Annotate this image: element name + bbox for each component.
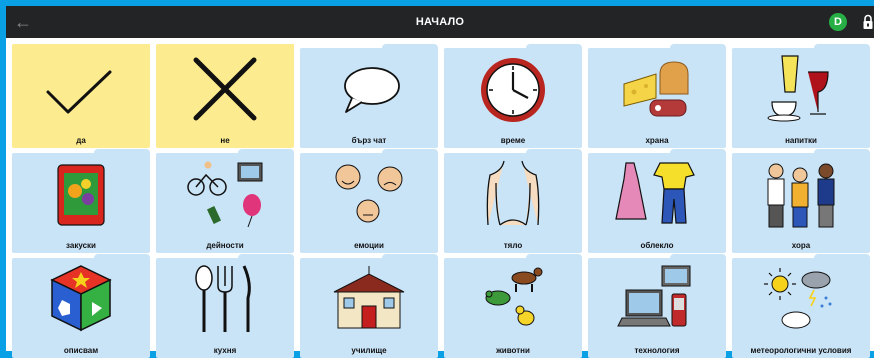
tile-label: да: [76, 136, 86, 145]
tile-school[interactable]: училище: [300, 254, 438, 358]
tile-activities[interactable]: дейности: [156, 149, 294, 253]
tile-weather[interactable]: метеорологични условия: [732, 254, 870, 358]
tile-emotions[interactable]: емоции: [300, 149, 438, 253]
page-title: НАЧАЛО: [415, 16, 465, 28]
tile-clothes[interactable]: облекло: [588, 149, 726, 253]
tile-label: облекло: [640, 241, 674, 250]
tile-label: хора: [791, 241, 811, 250]
shapes-cube-icon: [50, 265, 112, 332]
tile-food[interactable]: храна: [588, 44, 726, 148]
tile-body[interactable]: тяло: [444, 149, 582, 253]
tile-animals[interactable]: животни: [444, 254, 582, 358]
weather-icon: [764, 268, 832, 329]
activities-icon: [187, 161, 263, 228]
tile-label: тяло: [503, 241, 523, 250]
tile-no[interactable]: не: [156, 44, 294, 148]
user-avatar[interactable]: D: [829, 13, 847, 31]
checkmark-icon: [46, 70, 112, 114]
tile-snacks[interactable]: закуски: [12, 149, 150, 253]
tile-label: емоции: [354, 241, 384, 250]
tile-label: закуски: [66, 241, 96, 250]
cross-icon: [193, 57, 257, 121]
tile-label: храна: [645, 136, 669, 145]
drinks-icon: [767, 55, 829, 122]
school-icon: [333, 266, 405, 329]
lock-icon[interactable]: [863, 14, 873, 30]
tile-drinks[interactable]: напитки: [732, 44, 870, 148]
food-icon: [623, 61, 689, 117]
tile-yes[interactable]: да: [12, 44, 150, 148]
people-icon: [767, 163, 835, 228]
computer-icon: [617, 265, 691, 327]
tile-label: не: [220, 136, 230, 145]
symbol-grid: да не бърз чат време храна напитки закус…: [6, 38, 874, 358]
clock-icon: [481, 58, 545, 122]
tile-label: бърз чат: [351, 136, 387, 145]
faces-icon: [335, 164, 403, 223]
tile-label: време: [500, 136, 526, 145]
top-bar: ← НАЧАЛО D: [6, 6, 874, 38]
clothes-icon: [615, 162, 695, 224]
cutlery-icon: [195, 265, 251, 332]
tile-describe[interactable]: описвам: [12, 254, 150, 358]
tile-kitchen[interactable]: кухня: [156, 254, 294, 358]
tile-label: напитки: [785, 136, 817, 145]
tile-people[interactable]: хора: [732, 149, 870, 253]
speech-bubble-icon: [344, 67, 400, 113]
body-icon: [486, 160, 540, 226]
tile-quick-chat[interactable]: бърз чат: [300, 44, 438, 148]
snack-bag-icon: [57, 164, 105, 226]
animals-icon: [485, 267, 543, 326]
tile-time[interactable]: време: [444, 44, 582, 148]
tile-technology[interactable]: технология: [588, 254, 726, 358]
tile-label: дейности: [206, 241, 244, 250]
